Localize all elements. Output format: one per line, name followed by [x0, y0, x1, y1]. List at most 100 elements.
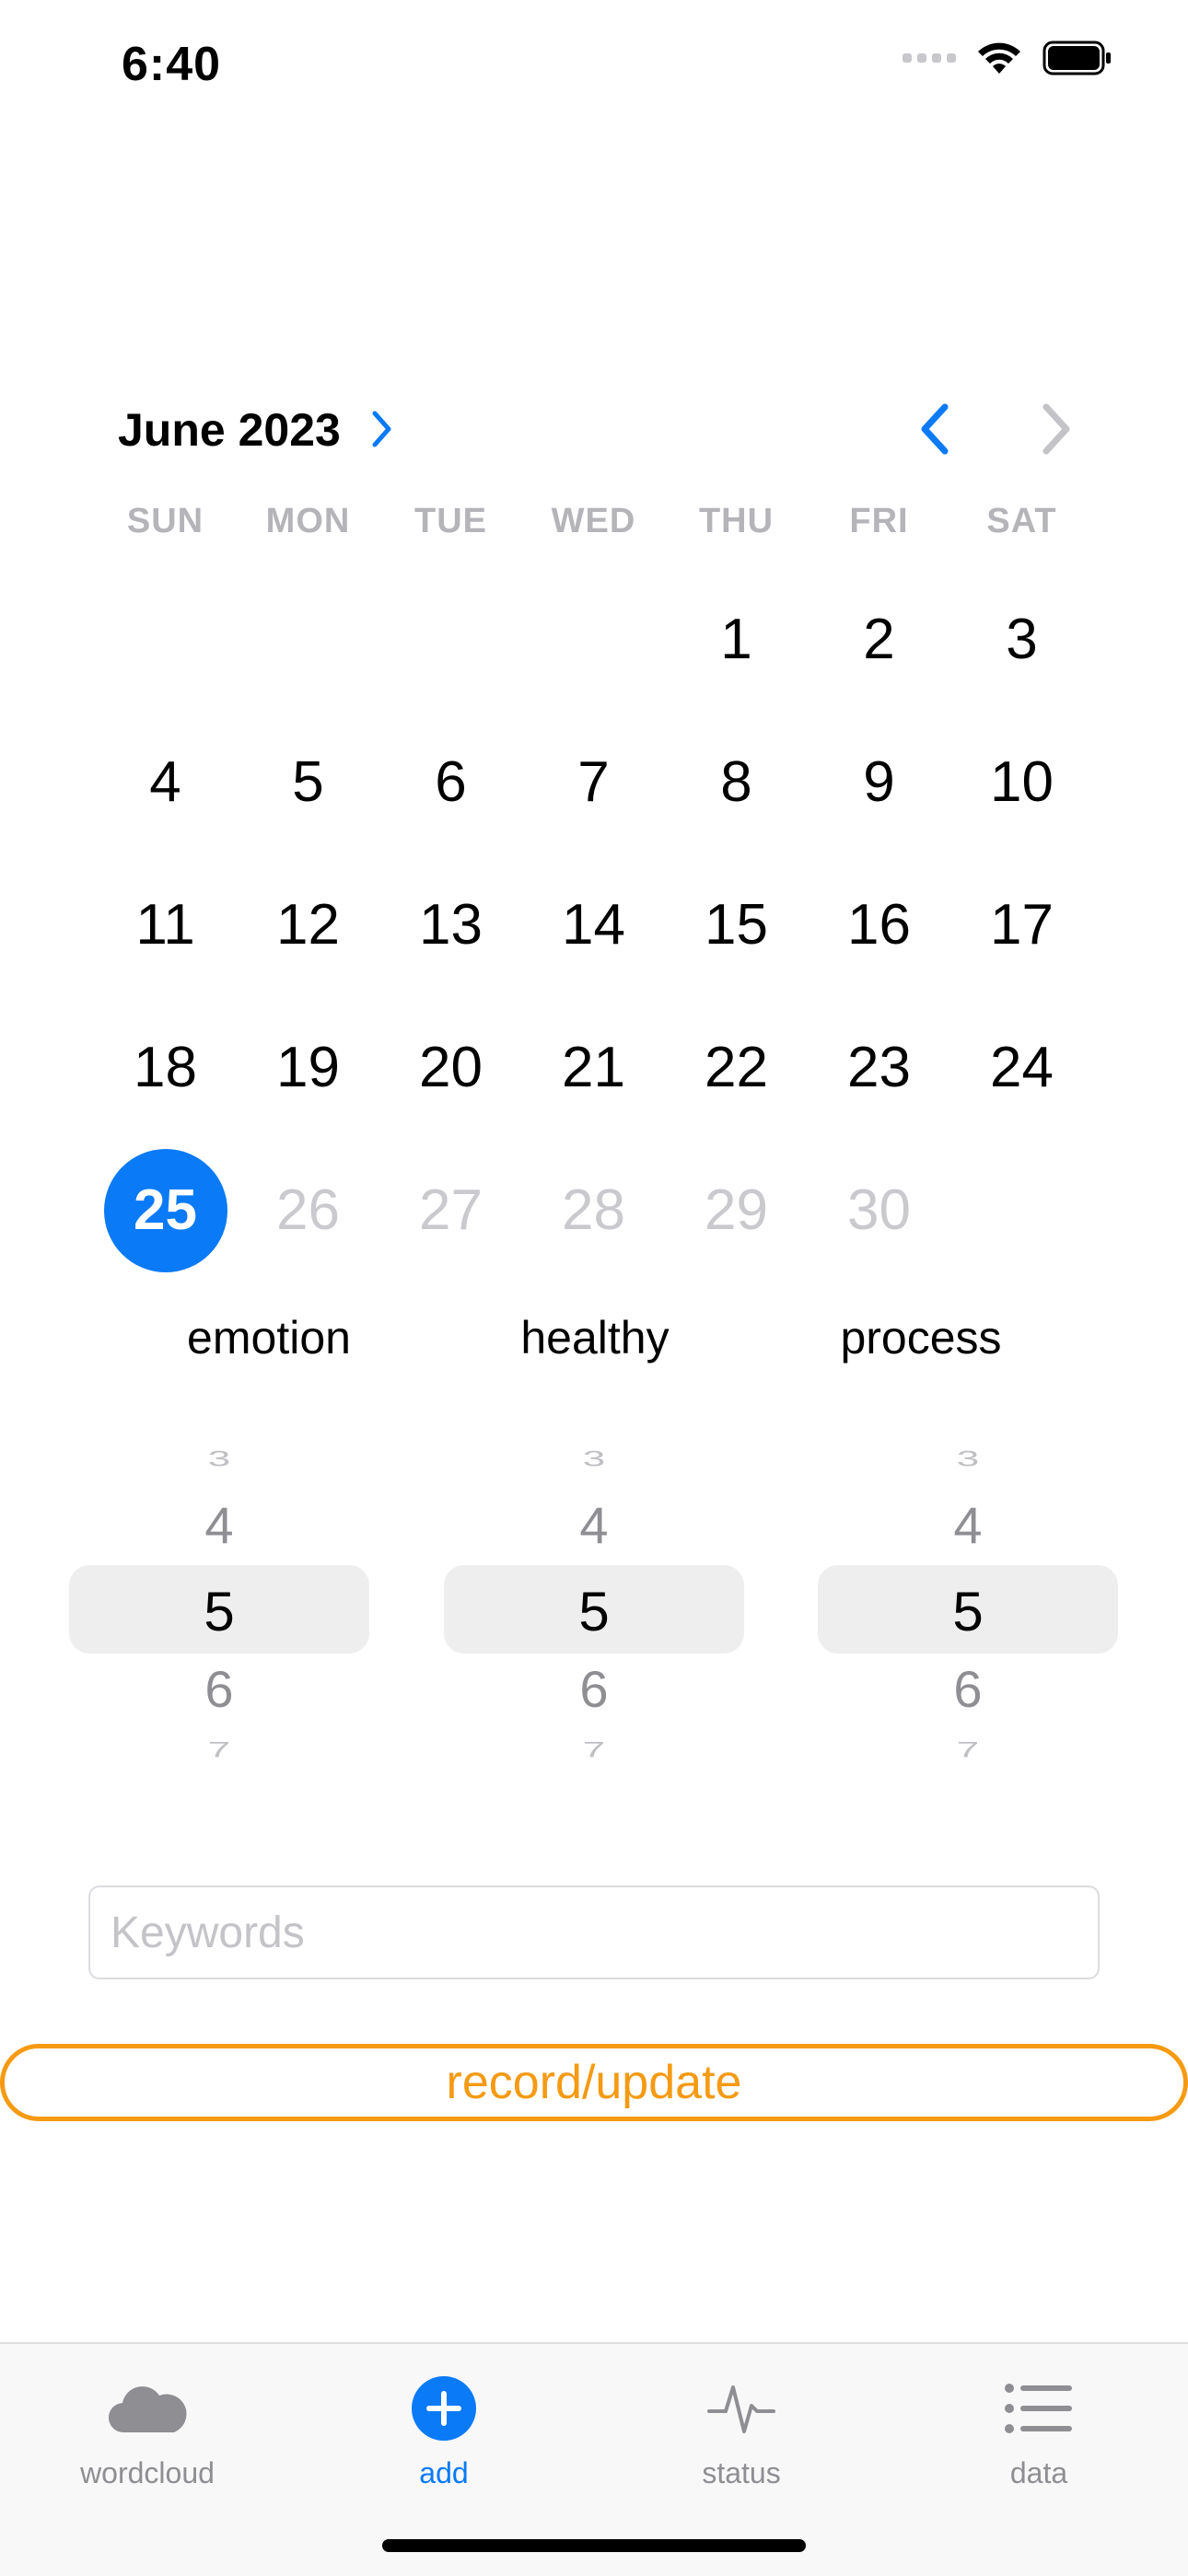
day-number: 2 — [863, 608, 895, 671]
day-number: 3 — [1006, 608, 1038, 671]
day-number: 8 — [720, 750, 752, 814]
tab-label: data — [1009, 2456, 1068, 2489]
calendar-day[interactable]: 15 — [665, 853, 808, 996]
picker-option[interactable]: 4 — [69, 1495, 369, 1555]
calendar-day[interactable]: 13 — [379, 853, 522, 996]
calendar-day-grid: 1 2 3 4 5 6 7 8 9 10 11 12 13 14 15 16 17 18 19 20 21 22 23 24 2… — [94, 568, 1093, 1282]
day-number: 5 — [292, 750, 324, 814]
calendar-day[interactable]: 18 — [94, 996, 237, 1139]
calendar-day[interactable]: 6 — [379, 711, 522, 853]
calendar-empty-cell — [237, 568, 379, 711]
calendar-day-selected[interactable]: 25 — [94, 1139, 237, 1282]
weekday-label: TUE — [414, 502, 487, 540]
list-icon — [1005, 2384, 1072, 2433]
month-year-picker[interactable]: June 2023 — [118, 403, 341, 457]
process-picker-label: process — [840, 1312, 1002, 1363]
day-number: 1 — [720, 608, 752, 671]
calendar-day[interactable]: 14 — [522, 853, 665, 996]
calendar-day[interactable]: 17 — [950, 853, 1093, 996]
weekday-label: FRI — [849, 502, 909, 540]
day-number: 18 — [134, 1036, 197, 1099]
day-number: 7 — [577, 750, 610, 814]
picker-option[interactable]: 6 — [444, 1659, 744, 1719]
day-number: 4 — [149, 750, 181, 814]
plus-circle-icon — [412, 2376, 476, 2441]
calendar-empty-cell — [379, 568, 522, 711]
picker-option[interactable]: 4 — [444, 1495, 744, 1555]
weekday-label: THU — [698, 502, 775, 540]
calendar-day[interactable]: 7 — [522, 711, 665, 853]
calendar-day[interactable]: 10 — [950, 711, 1093, 853]
picker-option[interactable]: 6 — [818, 1659, 1118, 1719]
picker-selected-option[interactable]: 5 — [818, 1580, 1118, 1643]
calendar-day[interactable]: 20 — [379, 996, 522, 1139]
tab-label: add — [419, 2456, 469, 2489]
calendar-day[interactable]: 24 — [950, 996, 1093, 1139]
emotion-picker[interactable]: 3 4 5 6 7 — [69, 1418, 369, 1786]
picker-selected-option[interactable]: 5 — [69, 1580, 369, 1643]
emotion-picker-label: emotion — [187, 1312, 351, 1363]
tab-label: wordcloud — [80, 2456, 215, 2489]
calendar-day[interactable]: 22 — [665, 996, 808, 1139]
tab-wordcloud[interactable]: wordcloud — [46, 2362, 249, 2490]
calendar-day[interactable]: 9 — [808, 711, 950, 853]
wifi-icon — [978, 42, 1020, 74]
day-number: 12 — [276, 893, 340, 957]
picker-option[interactable]: 4 — [818, 1495, 1118, 1555]
day-number: 30 — [847, 1178, 911, 1242]
battery-icon — [1042, 41, 1111, 75]
calendar-day[interactable]: 12 — [237, 853, 379, 996]
previous-month-button[interactable] — [910, 401, 961, 457]
calendar-empty-cell — [94, 568, 237, 711]
tab-add[interactable]: add — [343, 2362, 545, 2490]
picker-option[interactable]: 3 — [444, 1446, 744, 1472]
keywords-input[interactable] — [88, 1886, 1100, 1979]
next-month-button[interactable] — [1030, 401, 1081, 457]
picker-selected-option[interactable]: 5 — [444, 1580, 744, 1643]
weekday-label: MON — [265, 502, 351, 540]
process-picker[interactable]: 3 4 5 6 7 — [818, 1418, 1118, 1786]
calendar-day[interactable]: 5 — [237, 711, 379, 853]
tab-status[interactable]: status — [640, 2362, 843, 2490]
day-number: 16 — [847, 893, 911, 957]
picker-option[interactable]: 7 — [69, 1737, 369, 1763]
day-number: 29 — [705, 1178, 768, 1242]
healthy-picker[interactable]: 3 4 5 6 7 — [444, 1418, 744, 1786]
calendar-day[interactable]: 19 — [237, 996, 379, 1139]
cloud-icon — [108, 2386, 187, 2433]
calendar-day: 30 — [808, 1139, 950, 1282]
calendar-day[interactable]: 11 — [94, 853, 237, 996]
day-number: 26 — [276, 1178, 340, 1242]
status-time: 6:40 — [122, 38, 222, 91]
calendar-day[interactable]: 2 — [808, 568, 950, 711]
day-number: 22 — [705, 1036, 768, 1099]
calendar-day[interactable]: 23 — [808, 996, 950, 1139]
chevron-right-icon[interactable] — [370, 409, 394, 449]
day-number: 14 — [562, 893, 625, 957]
calendar-day[interactable]: 16 — [808, 853, 950, 996]
calendar-day[interactable]: 21 — [522, 996, 665, 1139]
calendar-day[interactable]: 1 — [665, 568, 808, 711]
picker-option[interactable]: 7 — [818, 1737, 1118, 1763]
status-icons — [903, 41, 1112, 75]
picker-option[interactable]: 3 — [818, 1446, 1118, 1472]
calendar-day[interactable]: 4 — [94, 711, 237, 853]
calendar-day: 27 — [379, 1139, 522, 1282]
picker-option[interactable]: 3 — [69, 1446, 369, 1472]
picker-option[interactable]: 6 — [69, 1659, 369, 1719]
tab-data[interactable]: data — [938, 2362, 1140, 2490]
day-number: 25 — [103, 1148, 227, 1272]
calendar-day: 28 — [522, 1139, 665, 1282]
day-number: 6 — [435, 750, 467, 814]
waveform-icon — [707, 2385, 775, 2433]
picker-option[interactable]: 7 — [444, 1737, 744, 1763]
record-update-button[interactable]: record/update — [0, 2044, 1188, 2121]
calendar-day: 29 — [665, 1139, 808, 1282]
healthy-picker-label: healthy — [520, 1312, 670, 1363]
calendar-day[interactable]: 8 — [665, 711, 808, 853]
home-indicator — [382, 2539, 806, 2552]
day-number: 27 — [419, 1178, 483, 1242]
calendar-day[interactable]: 3 — [950, 568, 1093, 711]
day-number: 9 — [863, 750, 895, 814]
day-number: 23 — [847, 1036, 911, 1099]
